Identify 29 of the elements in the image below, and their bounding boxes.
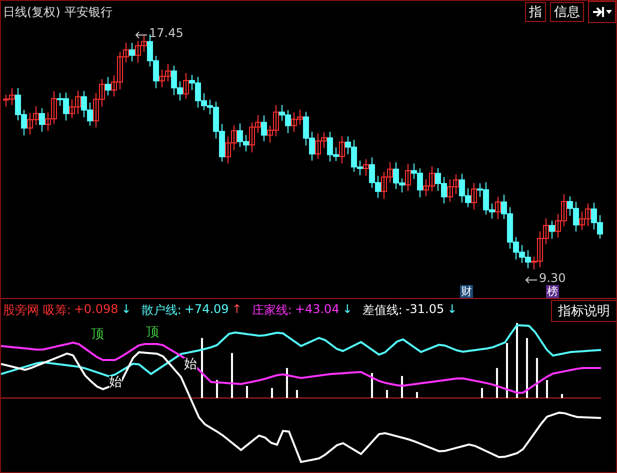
low-price-label: 9.30 xyxy=(539,271,566,285)
toolbar-button[interactable]: 信息 xyxy=(550,2,584,22)
signal-label: 顶 xyxy=(146,326,159,339)
indicator-label: 散户线: xyxy=(141,302,182,319)
trend-arrow: ↓ xyxy=(447,302,458,318)
toolbar-button[interactable]: 指 xyxy=(525,2,546,22)
indicator-label: 差值线: xyxy=(362,302,402,319)
signal-label: 始 xyxy=(184,358,197,371)
arrow-bar-icon xyxy=(591,5,613,19)
signal-label: 顶 xyxy=(91,328,104,341)
indicator-value: +74.09 xyxy=(184,302,229,318)
arrow-icon xyxy=(135,31,147,39)
high-price-label: 17.45 xyxy=(149,26,184,40)
indicator-value: +43.04 xyxy=(294,302,340,318)
trend-arrow: ↓ xyxy=(342,302,352,318)
trend-arrow: ↓ xyxy=(121,302,132,318)
stock-name: 平安银行 xyxy=(64,4,112,20)
indicator-value: -31.05 xyxy=(405,302,444,318)
event-badge[interactable]: 榜 xyxy=(546,285,559,298)
period-label: 日线(复权) xyxy=(3,4,60,20)
indicator-help-button[interactable]: 指标说明 xyxy=(551,300,616,322)
trend-arrow: ↑ xyxy=(232,302,242,318)
indicator-value: +0.098 xyxy=(74,302,118,318)
signal-label: 始 xyxy=(109,376,122,389)
collapse-button[interactable] xyxy=(588,1,616,23)
indicator-label: 庄家线: xyxy=(252,302,292,319)
indicator-label: 股旁网 吸筹: xyxy=(3,302,71,319)
arrow-icon xyxy=(525,276,537,284)
event-badge[interactable]: 财 xyxy=(460,285,473,298)
